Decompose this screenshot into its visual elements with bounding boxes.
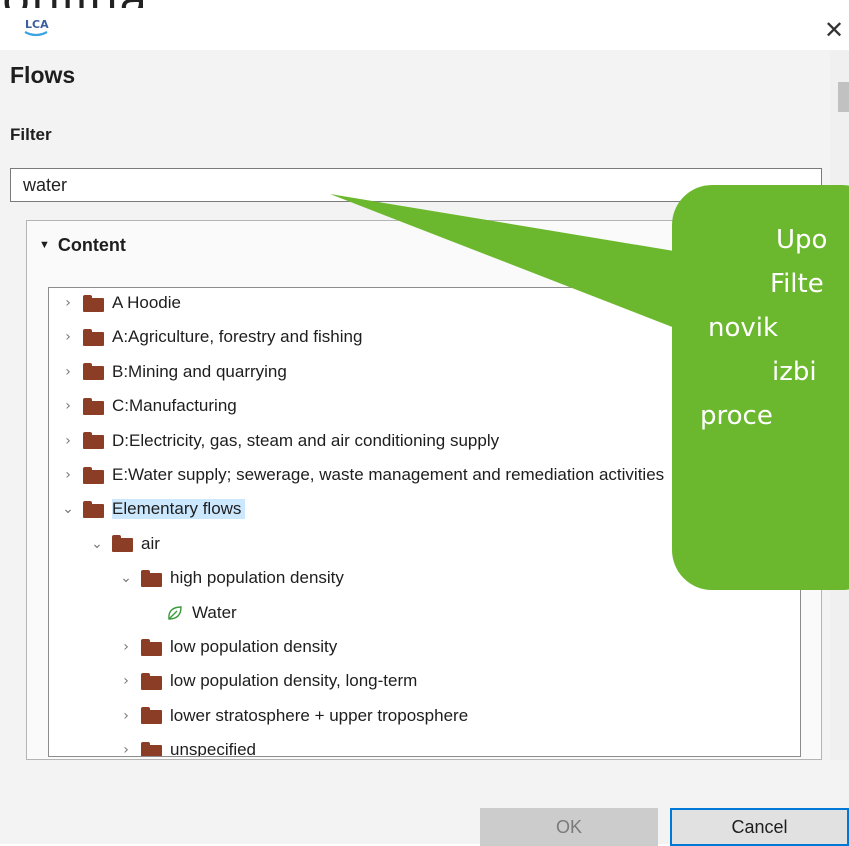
callout-line: Filte bbox=[770, 269, 824, 299]
tree-row-label: low population density bbox=[170, 637, 338, 656]
chevron-right-icon[interactable]: › bbox=[115, 673, 137, 689]
openlca-app-icon: LCA bbox=[24, 18, 49, 37]
tree-row-label: Water bbox=[192, 602, 237, 622]
cancel-button[interactable]: Cancel bbox=[670, 808, 849, 846]
folder-icon bbox=[83, 432, 104, 450]
chevron-right-icon[interactable]: › bbox=[57, 295, 79, 311]
chevron-right-icon[interactable]: › bbox=[57, 364, 79, 380]
dialog-heading: Flows bbox=[10, 62, 76, 88]
content-section-toggle[interactable]: ▼ Content bbox=[39, 235, 126, 256]
chevron-right-icon[interactable]: › bbox=[57, 329, 79, 345]
folder-icon bbox=[141, 569, 162, 587]
tree-row-label: B:Mining and quarrying bbox=[112, 361, 287, 381]
dialog-titlebar: LCA ✕ bbox=[0, 8, 849, 50]
tree-row[interactable]: Water bbox=[144, 599, 237, 627]
tree-row[interactable]: › unspecified bbox=[115, 736, 257, 757]
ok-button[interactable]: OK bbox=[480, 808, 658, 846]
tree-row-label: lower stratosphere + upper troposphere bbox=[170, 705, 469, 725]
chevron-right-icon[interactable]: › bbox=[115, 708, 137, 724]
tree-row[interactable]: › lower stratosphere + upper troposphere bbox=[115, 702, 468, 730]
folder-icon bbox=[83, 500, 104, 518]
tree-row[interactable]: › A Hoodie bbox=[57, 289, 181, 317]
tree-row-label: air bbox=[141, 533, 160, 553]
svg-text:LCA: LCA bbox=[25, 18, 49, 31]
chevron-down-icon[interactable]: ⌄ bbox=[115, 570, 137, 586]
tree-row-label: E:Water supply; sewerage, waste manageme… bbox=[112, 465, 665, 484]
tree-row-label: A Hoodie bbox=[112, 293, 181, 312]
leaf-icon bbox=[168, 605, 182, 620]
close-icon[interactable]: ✕ bbox=[819, 18, 849, 42]
folder-icon bbox=[83, 363, 104, 381]
tree-row-label: low population density, long-term bbox=[170, 671, 418, 691]
folder-icon bbox=[83, 294, 104, 312]
callout-line: proce bbox=[700, 401, 773, 431]
tree-row[interactable]: ⌄ high population density bbox=[115, 564, 344, 592]
tree-row[interactable]: ⌄ air bbox=[86, 530, 160, 558]
chevron-right-icon[interactable]: › bbox=[57, 467, 79, 483]
tree-row-label: unspecified bbox=[170, 740, 257, 757]
filter-label: Filter bbox=[10, 125, 52, 144]
folder-icon bbox=[141, 707, 162, 725]
section-title: Content bbox=[57, 235, 126, 255]
chevron-right-icon[interactable]: › bbox=[115, 639, 137, 655]
chevron-down-icon[interactable]: ⌄ bbox=[86, 536, 108, 552]
tree-row-label: A:Agriculture, forestry and fishing bbox=[112, 327, 363, 347]
caret-down-icon: ▼ bbox=[39, 239, 50, 251]
tree-row[interactable]: › D:Electricity, gas, steam and air condi… bbox=[57, 427, 499, 455]
folder-icon bbox=[141, 741, 162, 756]
folder-icon bbox=[83, 397, 104, 415]
tree-row[interactable]: › E:Water supply; sewerage, waste managem… bbox=[57, 461, 664, 489]
folder-icon bbox=[141, 638, 162, 656]
chevron-down-icon[interactable]: ⌄ bbox=[57, 501, 79, 517]
tree-row-label: C:Manufacturing bbox=[112, 396, 237, 416]
callout-text: Upo Filte novik izbi proce bbox=[672, 218, 849, 438]
chevron-right-icon[interactable]: › bbox=[57, 433, 79, 449]
tree-row[interactable]: › low population density bbox=[115, 633, 337, 661]
tree-row[interactable]: › B:Mining and quarrying bbox=[57, 358, 287, 386]
tree-row[interactable]: › C:Manufacturing bbox=[57, 392, 237, 420]
callout-line: izbi bbox=[772, 357, 817, 387]
callout-line: novik bbox=[708, 313, 779, 343]
scrollbar-thumb[interactable] bbox=[838, 82, 849, 112]
callout-line: Upo bbox=[776, 225, 828, 255]
chevron-right-icon[interactable]: › bbox=[115, 742, 137, 756]
tree-row-label: Elementary flows bbox=[112, 499, 246, 520]
tree-row-label: high population density bbox=[170, 568, 344, 588]
folder-icon bbox=[112, 535, 133, 553]
folder-icon bbox=[83, 466, 104, 484]
folder-icon bbox=[141, 672, 162, 690]
tree-row[interactable]: › low population density, long-term bbox=[115, 667, 417, 695]
tree-row[interactable]: ⌄ Elementary flows bbox=[57, 495, 246, 523]
tree-row-label: D:Electricity, gas, steam and air condit… bbox=[112, 430, 500, 450]
folder-icon bbox=[83, 328, 104, 346]
chevron-right-icon[interactable]: › bbox=[57, 398, 79, 414]
tree-row[interactable]: › A:Agriculture, forestry and fishing bbox=[57, 323, 362, 351]
